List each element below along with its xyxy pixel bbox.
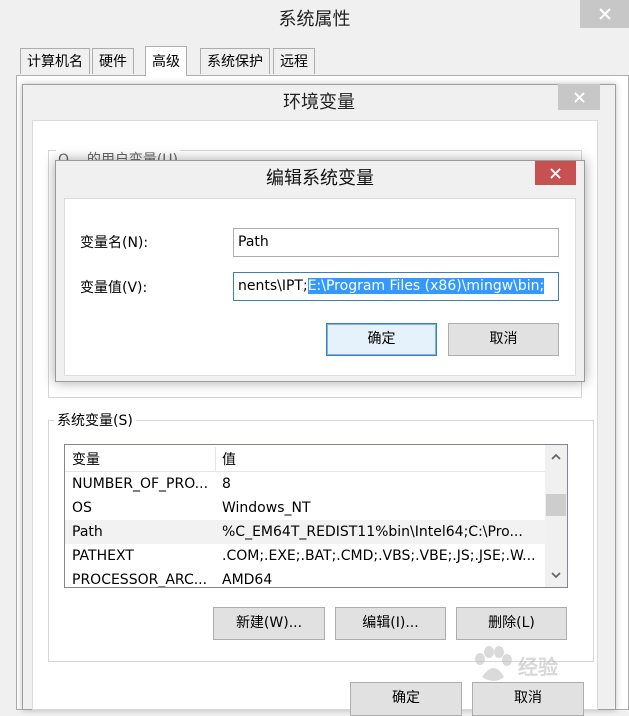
variable-name-input[interactable]: Path xyxy=(233,228,559,257)
column-divider[interactable] xyxy=(215,447,216,471)
scroll-up-button[interactable] xyxy=(545,447,567,467)
variable-value-input[interactable]: nents\IPT;E:\Program Files (x86)\mingw\b… xyxy=(233,272,559,301)
watermark-text: 经验 xyxy=(518,654,558,679)
paw-logo-icon xyxy=(475,646,512,681)
tab-remote[interactable]: 远程 xyxy=(273,48,315,74)
chevron-down-icon xyxy=(551,572,561,578)
tab-system-protection[interactable]: 系统保护 xyxy=(200,48,270,74)
var-name: Path xyxy=(72,524,103,540)
close-icon xyxy=(573,91,585,103)
variable-name-label: 变量名(N): xyxy=(80,235,149,251)
tab-hardware[interactable]: 硬件 xyxy=(92,48,134,74)
edit-button[interactable]: 编辑(I)... xyxy=(335,607,446,640)
column-header-value[interactable]: 值 xyxy=(222,449,236,471)
system-vars-label: 系统变量(S) xyxy=(54,411,136,431)
var-name: OS xyxy=(72,500,92,516)
env-ok-button[interactable]: 确定 xyxy=(350,682,462,716)
var-value: AMD64 xyxy=(222,572,273,587)
value-selected-text: E:\Program Files (x86)\mingw\bin; xyxy=(307,278,545,294)
edit-close-button[interactable] xyxy=(535,161,576,185)
new-button[interactable]: 新建(W)... xyxy=(213,607,325,640)
tab-computer-name[interactable]: 计算机名 xyxy=(20,48,90,74)
table-row-selected[interactable]: Path %C_EM64T_REDIST11%bin\Intel64;C:\Pr… xyxy=(65,520,545,544)
scroll-down-button[interactable] xyxy=(545,565,567,585)
close-button[interactable] xyxy=(580,0,629,28)
var-value: 8 xyxy=(222,476,231,492)
table-row[interactable]: NUMBER_OF_PRO... 8 xyxy=(65,472,545,496)
column-header-name[interactable]: 变量 xyxy=(72,449,100,471)
scrollbar-thumb[interactable] xyxy=(546,494,566,516)
env-close-button[interactable] xyxy=(558,84,600,110)
delete-button[interactable]: 删除(L) xyxy=(456,607,567,640)
tab-advanced[interactable]: 高级 xyxy=(145,46,187,76)
table-row[interactable]: OS Windows_NT xyxy=(65,496,545,520)
value-text: nents\IPT; xyxy=(238,278,308,294)
table-row[interactable]: PROCESSOR_ARC... AMD64 xyxy=(65,568,545,587)
var-name: PROCESSOR_ARC... xyxy=(72,572,208,587)
close-icon xyxy=(598,8,611,20)
var-name: NUMBER_OF_PRO... xyxy=(72,476,209,492)
edit-dialog-title: 编辑系统变量 xyxy=(266,168,374,189)
edit-cancel-button[interactable]: 取消 xyxy=(448,323,559,356)
close-icon xyxy=(550,167,561,179)
var-value: .COM;.EXE;.BAT;.CMD;.VBS;.VBE;.JS;.JSE;.… xyxy=(222,548,536,564)
var-name: PATHEXT xyxy=(72,548,134,564)
var-value: Windows_NT xyxy=(222,500,311,516)
variable-value-label: 变量值(V): xyxy=(80,280,148,296)
watermark: 经验 xyxy=(470,640,620,690)
chevron-up-icon xyxy=(551,454,561,460)
edit-ok-button[interactable]: 确定 xyxy=(326,323,437,356)
system-properties-title: 系统属性 xyxy=(278,9,351,30)
var-value: %C_EM64T_REDIST11%bin\Intel64;C:\Pro... xyxy=(222,524,523,540)
env-vars-title: 环境变量 xyxy=(283,92,355,113)
table-row[interactable]: PATHEXT .COM;.EXE;.BAT;.CMD;.VBS;.VBE;.J… xyxy=(65,544,545,568)
